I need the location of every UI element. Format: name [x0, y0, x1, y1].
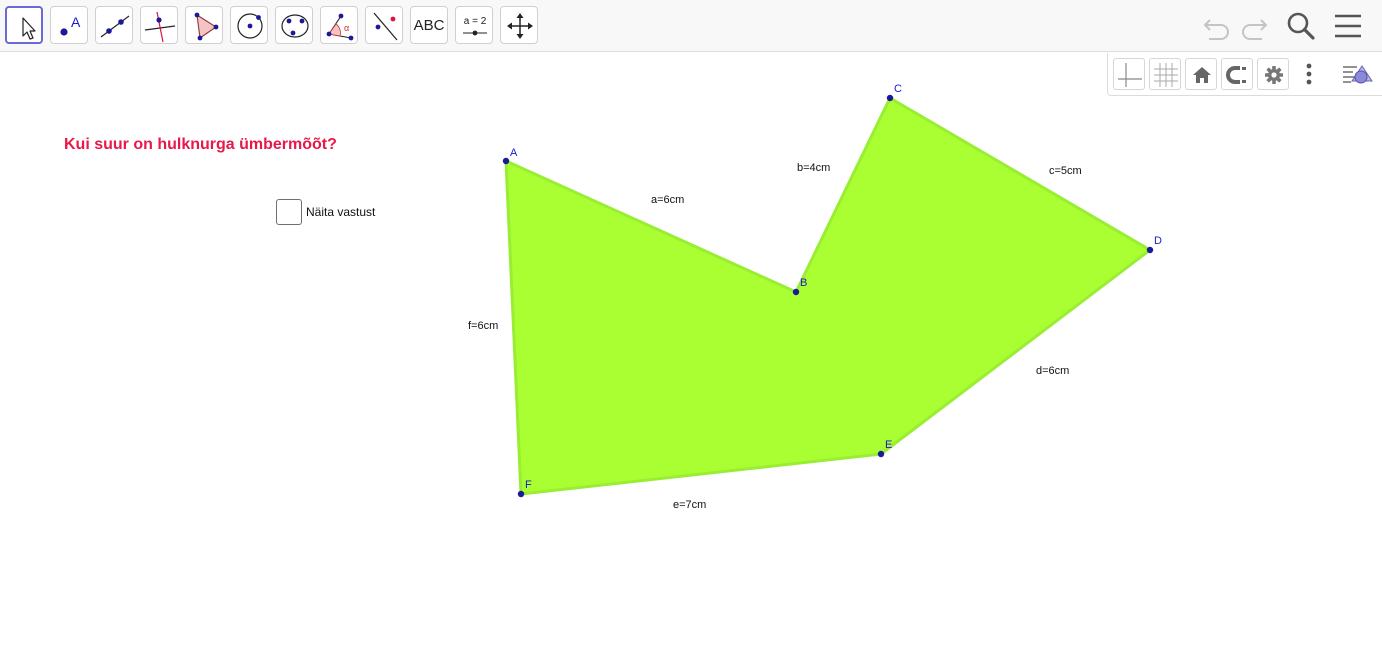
segment-label-d: d=6cm [1036, 365, 1069, 377]
segment-label-b: b=4cm [797, 162, 830, 174]
point-label-b: B [800, 277, 807, 289]
point-a[interactable] [502, 157, 510, 165]
hexagon-polygon[interactable] [504, 96, 1152, 496]
segment-label-c: c=5cm [1049, 165, 1082, 177]
point-b[interactable] [792, 288, 800, 296]
point-label-d: D [1154, 235, 1162, 247]
graphics-view[interactable]: A B C D E F a=6cm b=4cm c=5cm d=6cm e=7c… [0, 0, 1382, 647]
segment-label-f: f=6cm [468, 320, 498, 332]
point-e[interactable] [877, 450, 885, 458]
point-d[interactable] [1146, 246, 1154, 254]
point-label-c: C [894, 83, 902, 95]
point-label-e: E [885, 439, 892, 451]
point-c[interactable] [886, 94, 894, 102]
point-f[interactable] [517, 490, 525, 498]
point-label-f: F [525, 479, 532, 491]
segment-label-a: a=6cm [651, 194, 684, 206]
point-label-a: A [510, 147, 518, 159]
segment-label-e: e=7cm [673, 499, 706, 511]
